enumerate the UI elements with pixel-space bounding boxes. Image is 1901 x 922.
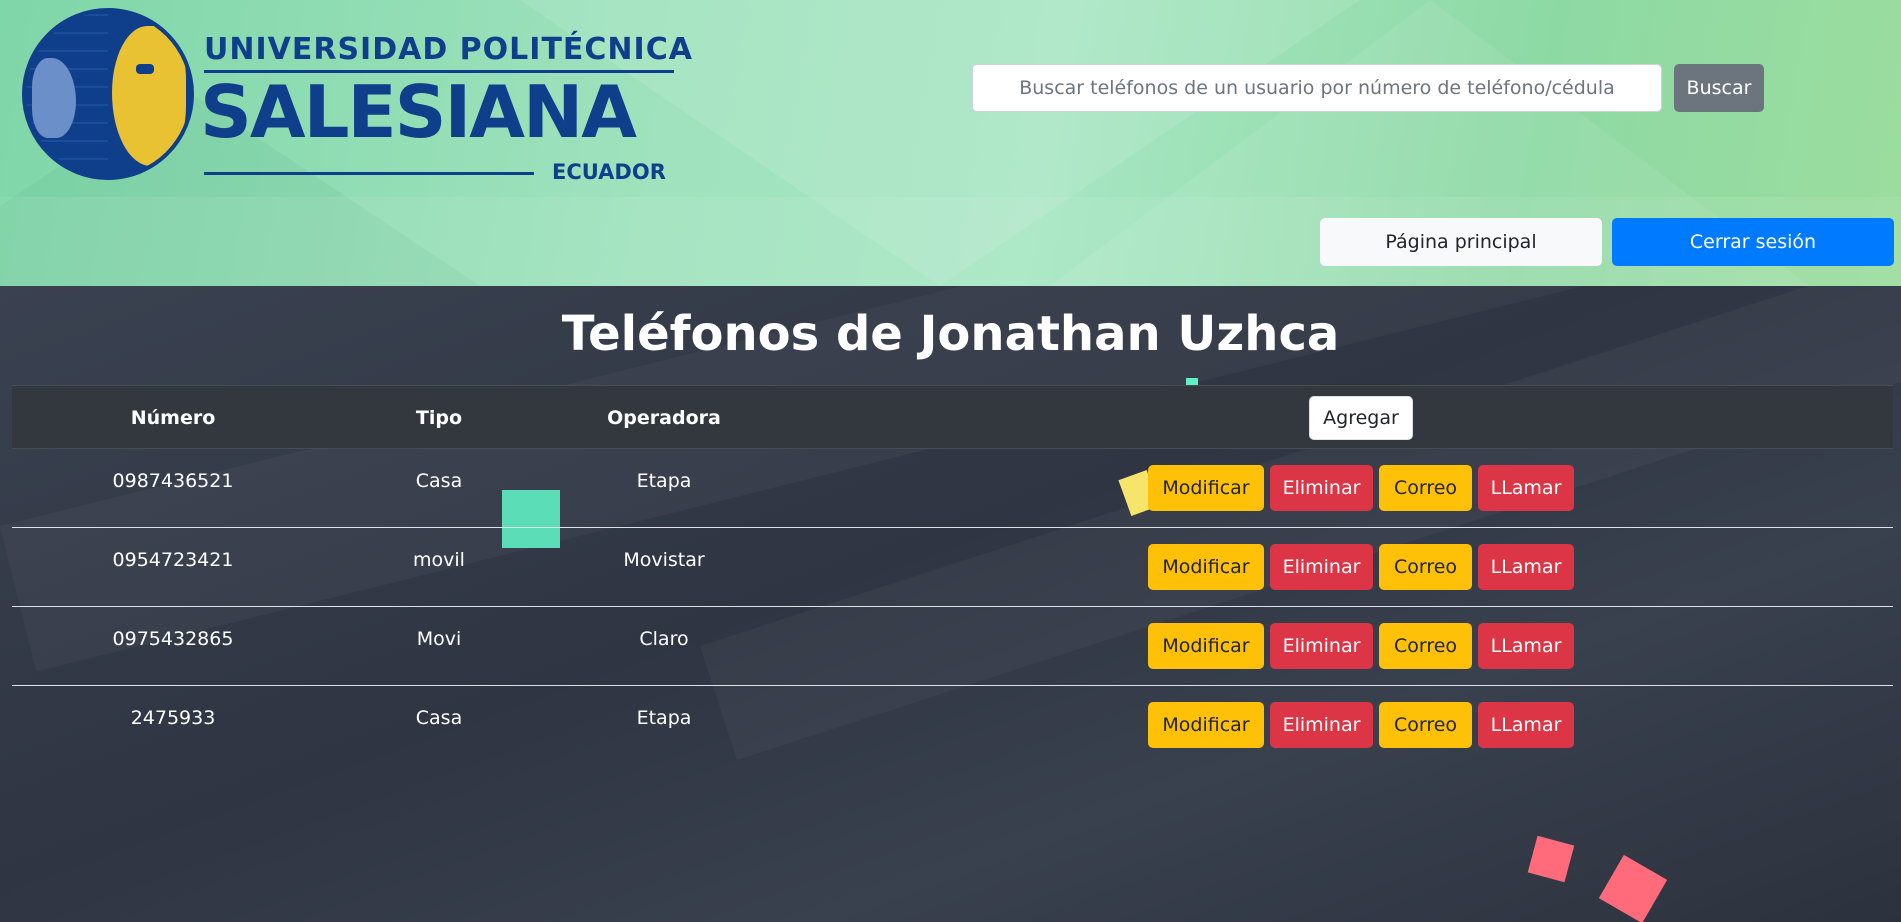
call-button[interactable]: LLamar [1478,702,1574,748]
logout-button[interactable]: Cerrar sesión [1612,218,1894,266]
add-phone-button[interactable]: Agregar [1309,396,1413,440]
globe-emblem-icon [22,8,194,180]
table-row: 0987436521 Casa Etapa Modificar Eliminar… [12,449,1893,528]
search-input[interactable] [972,64,1662,112]
logo-rule [204,172,534,175]
mail-button[interactable]: Correo [1379,623,1472,669]
mail-button[interactable]: Correo [1379,702,1472,748]
mail-button[interactable]: Correo [1379,465,1472,511]
call-button[interactable]: LLamar [1478,465,1574,511]
modify-button[interactable]: Modificar [1148,702,1264,748]
delete-button[interactable]: Eliminar [1270,544,1373,590]
logo-text-ecuador: ECUADOR [552,160,666,184]
cell-numero: 0954723421 [112,549,234,571]
main-content: Teléfonos de Jonathan Uzhca Número Tipo … [0,286,1901,922]
cell-numero: 0987436521 [112,470,234,492]
delete-button[interactable]: Eliminar [1270,465,1373,511]
cell-operadora: Etapa [636,707,692,729]
cell-numero: 0975432865 [112,628,234,650]
row-actions: Modificar Eliminar Correo LLamar [1148,465,1588,511]
modify-button[interactable]: Modificar [1148,544,1264,590]
delete-button[interactable]: Eliminar [1270,623,1373,669]
logo-text-university: UNIVERSIDAD POLITÉCNICA [204,32,693,67]
search-button[interactable]: Buscar [1674,64,1764,112]
header-operadora: Operadora [607,407,721,429]
row-actions: Modificar Eliminar Correo LLamar [1148,623,1588,669]
page-title: Teléfonos de Jonathan Uzhca [561,306,1340,362]
cell-tipo: movil [413,549,465,571]
call-button[interactable]: LLamar [1478,544,1574,590]
row-actions: Modificar Eliminar Correo LLamar [1148,702,1588,748]
table-row: 2475933 Casa Etapa Modificar Eliminar Co… [12,686,1893,765]
delete-button[interactable]: Eliminar [1270,702,1373,748]
table-row: 0954723421 movil Movistar Modificar Elim… [12,528,1893,607]
modify-button[interactable]: Modificar [1148,465,1264,511]
header-numero: Número [130,407,216,429]
logo-text-salesiana: SALESIANA [200,70,637,154]
header-tipo: Tipo [415,407,463,429]
row-actions: Modificar Eliminar Correo LLamar [1148,544,1588,590]
call-button[interactable]: LLamar [1478,623,1574,669]
cell-tipo: Casa [415,707,463,729]
table-header: Número Tipo Operadora Agregar [12,385,1893,449]
modify-button[interactable]: Modificar [1148,623,1264,669]
cell-operadora: Etapa [636,470,692,492]
cell-tipo: Casa [415,470,463,492]
decorative-square [1527,835,1575,883]
university-logo: UNIVERSIDAD POLITÉCNICA SALESIANA ECUADO… [22,8,692,184]
decorative-square [1598,854,1668,922]
table-row: 0975432865 Movi Claro Modificar Eliminar… [12,607,1893,686]
cell-operadora: Movistar [623,549,705,571]
cell-numero: 2475933 [130,707,216,729]
cell-operadora: Claro [639,628,689,650]
home-button[interactable]: Página principal [1320,218,1602,266]
phones-table: Número Tipo Operadora Agregar 0987436521… [12,385,1893,765]
mail-button[interactable]: Correo [1379,544,1472,590]
cell-tipo: Movi [416,628,462,650]
site-header: UNIVERSIDAD POLITÉCNICA SALESIANA ECUADO… [0,0,1901,286]
